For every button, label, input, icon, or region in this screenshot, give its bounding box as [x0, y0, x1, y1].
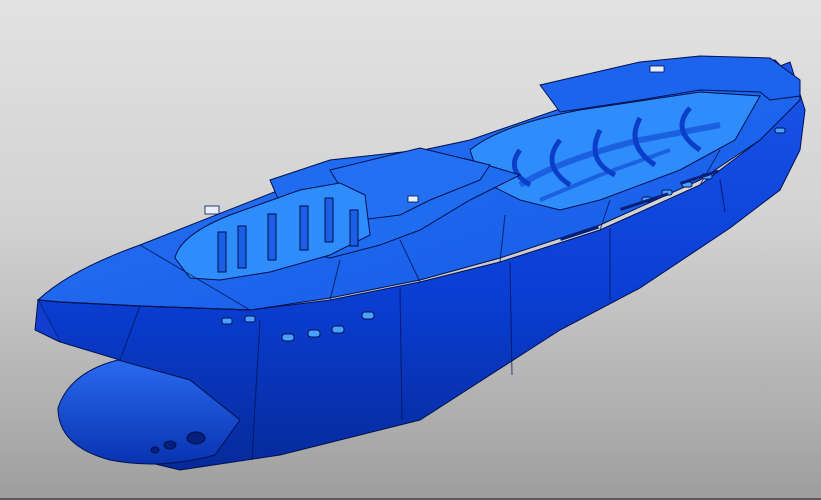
- ship-hull-model[interactable]: [0, 0, 821, 500]
- cad-viewport[interactable]: [0, 0, 821, 500]
